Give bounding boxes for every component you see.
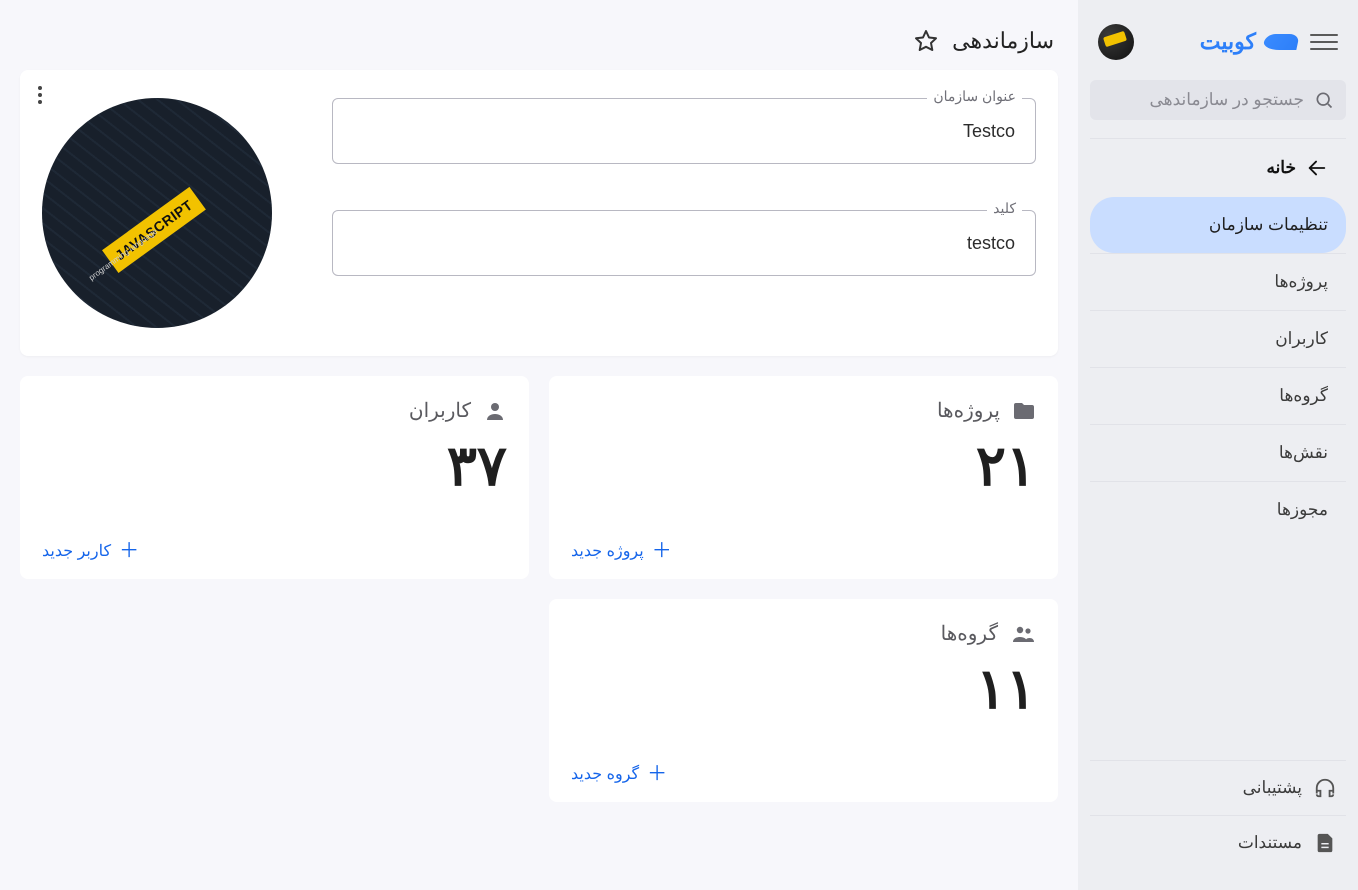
nav-users-label: کاربران — [1275, 329, 1328, 349]
page-header: سازماندهی — [20, 28, 1058, 70]
nav-org-settings-label: تنظیمات سازمان — [1209, 215, 1328, 235]
stat-card-users: کاربران ۳۷ ＋ کاربر جدید — [20, 376, 529, 579]
org-avatar[interactable]: JAVASCRIPT programming language — [42, 98, 272, 328]
add-group-label: گروه جدید — [571, 764, 639, 784]
org-title-input[interactable] — [332, 98, 1036, 164]
stat-value-users: ۳۷ — [42, 433, 507, 499]
stat-head-projects: پروژه‌ها — [571, 398, 1036, 423]
headset-icon — [1314, 777, 1336, 799]
footer-docs-label: مستندات — [1238, 833, 1302, 853]
footer-support[interactable]: پشتیبانی — [1090, 760, 1346, 815]
nav-org-settings[interactable]: تنظیمات سازمان — [1090, 197, 1346, 253]
org-title-label: عنوان سازمان — [927, 88, 1022, 105]
add-user-label: کاربر جدید — [42, 541, 111, 561]
nav-list: خانه تنظیمات سازمان پروژه‌ها کاربران گرو… — [1090, 138, 1346, 538]
nav-projects-label: پروژه‌ها — [1274, 272, 1328, 292]
nav-permissions-label: مجوزها — [1277, 500, 1328, 520]
document-icon — [1314, 832, 1336, 854]
star-outline-icon[interactable] — [914, 29, 938, 53]
stat-card-projects: پروژه‌ها ۲۱ ＋ پروژه جدید — [549, 376, 1058, 579]
sidebar: کوبیت خانه تنظیمات سازمان پروژه‌ها — [1078, 0, 1358, 890]
org-title-field: عنوان سازمان — [332, 98, 1036, 164]
person-icon — [483, 399, 507, 423]
org-settings-card: عنوان سازمان کلید JAVASCRIPT programming… — [20, 70, 1058, 356]
plus-icon: ＋ — [652, 541, 672, 561]
plus-icon: ＋ — [647, 764, 667, 784]
nav-projects[interactable]: پروژه‌ها — [1090, 253, 1346, 310]
main: سازماندهی عنوان سازمان کلید — [0, 0, 1078, 890]
nav-home[interactable]: خانه — [1090, 138, 1346, 197]
org-avatar-wrap: JAVASCRIPT programming language — [42, 98, 272, 328]
stats-grid: پروژه‌ها ۲۱ ＋ پروژه جدید کاربران ۳۷ — [20, 376, 1058, 802]
nav-groups-label: گروه‌ها — [1279, 386, 1328, 406]
add-user-button[interactable]: ＋ کاربر جدید — [42, 541, 507, 561]
search-input[interactable] — [1102, 90, 1304, 110]
stat-label-users: کاربران — [409, 398, 471, 423]
nav-roles[interactable]: نقش‌ها — [1090, 424, 1346, 481]
arrow-forward-icon — [1306, 157, 1328, 179]
footer-docs[interactable]: مستندات — [1090, 815, 1346, 870]
search-icon — [1314, 90, 1334, 110]
brand[interactable]: کوبیت — [1200, 29, 1298, 55]
add-project-label: پروژه جدید — [571, 541, 644, 561]
sidebar-header: کوبیت — [1090, 0, 1346, 80]
nav-groups[interactable]: گروه‌ها — [1090, 367, 1346, 424]
stat-head-groups: گروه‌ها — [571, 621, 1036, 646]
people-icon — [1010, 622, 1036, 646]
brand-name: کوبیت — [1200, 29, 1256, 55]
nav-users[interactable]: کاربران — [1090, 310, 1346, 367]
org-key-label: کلید — [987, 200, 1022, 217]
sidebar-footer: پشتیبانی مستندات — [1090, 760, 1346, 890]
stat-value-projects: ۲۱ — [571, 433, 1036, 499]
stat-value-groups: ۱۱ — [571, 656, 1036, 722]
brand-swoosh-icon — [1264, 34, 1298, 50]
org-form: عنوان سازمان کلید — [332, 98, 1036, 280]
stat-card-groups: گروه‌ها ۱۱ ＋ گروه جدید — [549, 599, 1058, 802]
hamburger-menu-icon[interactable] — [1310, 28, 1338, 56]
stat-label-projects: پروژه‌ها — [937, 398, 1000, 423]
nav-home-label: خانه — [1266, 158, 1296, 178]
footer-support-label: پشتیبانی — [1243, 778, 1302, 798]
user-avatar[interactable] — [1098, 24, 1134, 60]
stat-head-users: کاربران — [42, 398, 507, 423]
org-key-field: کلید — [332, 210, 1036, 276]
search-box[interactable] — [1090, 80, 1346, 120]
nav-permissions[interactable]: مجوزها — [1090, 481, 1346, 538]
page-title: سازماندهی — [952, 28, 1054, 54]
add-group-button[interactable]: ＋ گروه جدید — [571, 764, 1036, 784]
folder-icon — [1012, 399, 1036, 423]
plus-icon: ＋ — [119, 541, 139, 561]
org-key-input[interactable] — [332, 210, 1036, 276]
add-project-button[interactable]: ＋ پروژه جدید — [571, 541, 1036, 561]
nav-roles-label: نقش‌ها — [1279, 443, 1328, 463]
stat-label-groups: گروه‌ها — [941, 621, 998, 646]
